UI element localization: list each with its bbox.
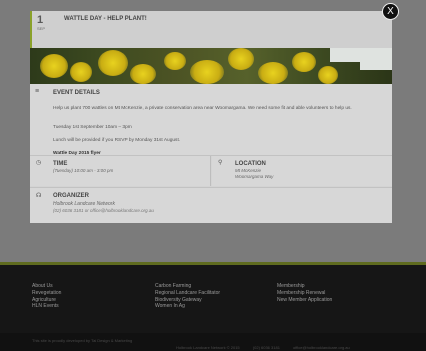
footer-link[interactable]: About Us — [32, 283, 61, 290]
footer-link[interactable]: New Member Application — [277, 297, 332, 304]
footer-link[interactable]: Agriculture — [32, 297, 61, 304]
event-details-section: ≡ EVENT DETAILS Help us plant 700 wattle… — [30, 84, 392, 156]
time-label: TIME — [53, 161, 68, 167]
location-pin-icon: ⚲ — [218, 160, 223, 166]
footer-link[interactable]: Revegetation — [32, 290, 61, 297]
event-location-section: ⚲ LOCATION Mt McKenzie Woomargama Way — [212, 156, 392, 186]
event-banner-image — [30, 48, 392, 84]
footer-link[interactable]: Regional Landcare Facilitator — [155, 290, 220, 297]
footer-column-1: About Us Revegetation Agriculture HLN Ev… — [32, 283, 61, 310]
footer-link[interactable]: HLN Events — [32, 303, 61, 310]
time-value: (Tuesday) 10:00 am - 3:00 pm — [53, 168, 114, 173]
footer-link[interactable]: Women In Ag — [155, 303, 220, 310]
footer-column-3: Membership Membership Renewal New Member… — [277, 283, 332, 303]
footer-link[interactable]: Carbon Farming — [155, 283, 220, 290]
location-label: LOCATION — [235, 161, 266, 167]
footer-contact: Holbrook Landcare Network © 2015 (02) 60… — [176, 345, 362, 350]
event-date-month: SEP — [37, 26, 46, 31]
organizer-label: ORGANIZER — [53, 193, 89, 199]
event-header: 1 SEP WATTLE DAY - HELP PLANT! — [30, 11, 392, 48]
event-time-section: ◷ TIME (Tuesday) 10:00 am - 3:00 pm — [30, 156, 211, 186]
footer-column-2: Carbon Farming Regional Landcare Facilit… — [155, 283, 220, 310]
clock-icon: ◷ — [36, 160, 42, 166]
headset-icon: ☊ — [36, 193, 42, 199]
location-line1: Mt McKenzie — [235, 168, 262, 173]
footer-email[interactable]: office@holbrooklandcare.org.au — [293, 345, 350, 350]
location-line2: Woomargama Way — [235, 174, 274, 179]
footer-phone: (02) 6036 3181 — [252, 345, 280, 350]
footer-copyright: Holbrook Landcare Network © 2015 — [176, 345, 240, 350]
event-title: WATTLE DAY - HELP PLANT! — [64, 16, 147, 22]
close-button[interactable]: X — [382, 3, 399, 20]
event-lunch-note: Lunch will be provided if you RSVP by Mo… — [53, 138, 181, 143]
organizer-contact: (02) 6036 3181 or office@holbrooklandcar… — [53, 208, 154, 213]
footer-link[interactable]: Biodiversity Gateway — [155, 297, 220, 304]
event-schedule: Tuesday 1st September 10am – 3pm — [53, 125, 132, 130]
site-credit[interactable]: This site is proudly developed by Tai De… — [32, 338, 132, 343]
event-date-day: 1 — [37, 14, 44, 26]
list-icon: ≡ — [35, 88, 40, 95]
event-organizer-section: ☊ ORGANIZER Holbrook Landcare Network (0… — [30, 187, 392, 223]
event-modal: 1 SEP WATTLE DAY - HELP PLANT! ≡ EVENT D… — [30, 11, 392, 223]
footer-link[interactable]: Membership Renewal — [277, 290, 332, 297]
event-details-label: EVENT DETAILS — [53, 90, 100, 96]
organizer-name: Holbrook Landcare Network — [53, 201, 115, 207]
footer-link[interactable]: Membership — [277, 283, 332, 290]
event-description: Help us plant 700 wattles on Mt McKenzie… — [53, 106, 352, 111]
